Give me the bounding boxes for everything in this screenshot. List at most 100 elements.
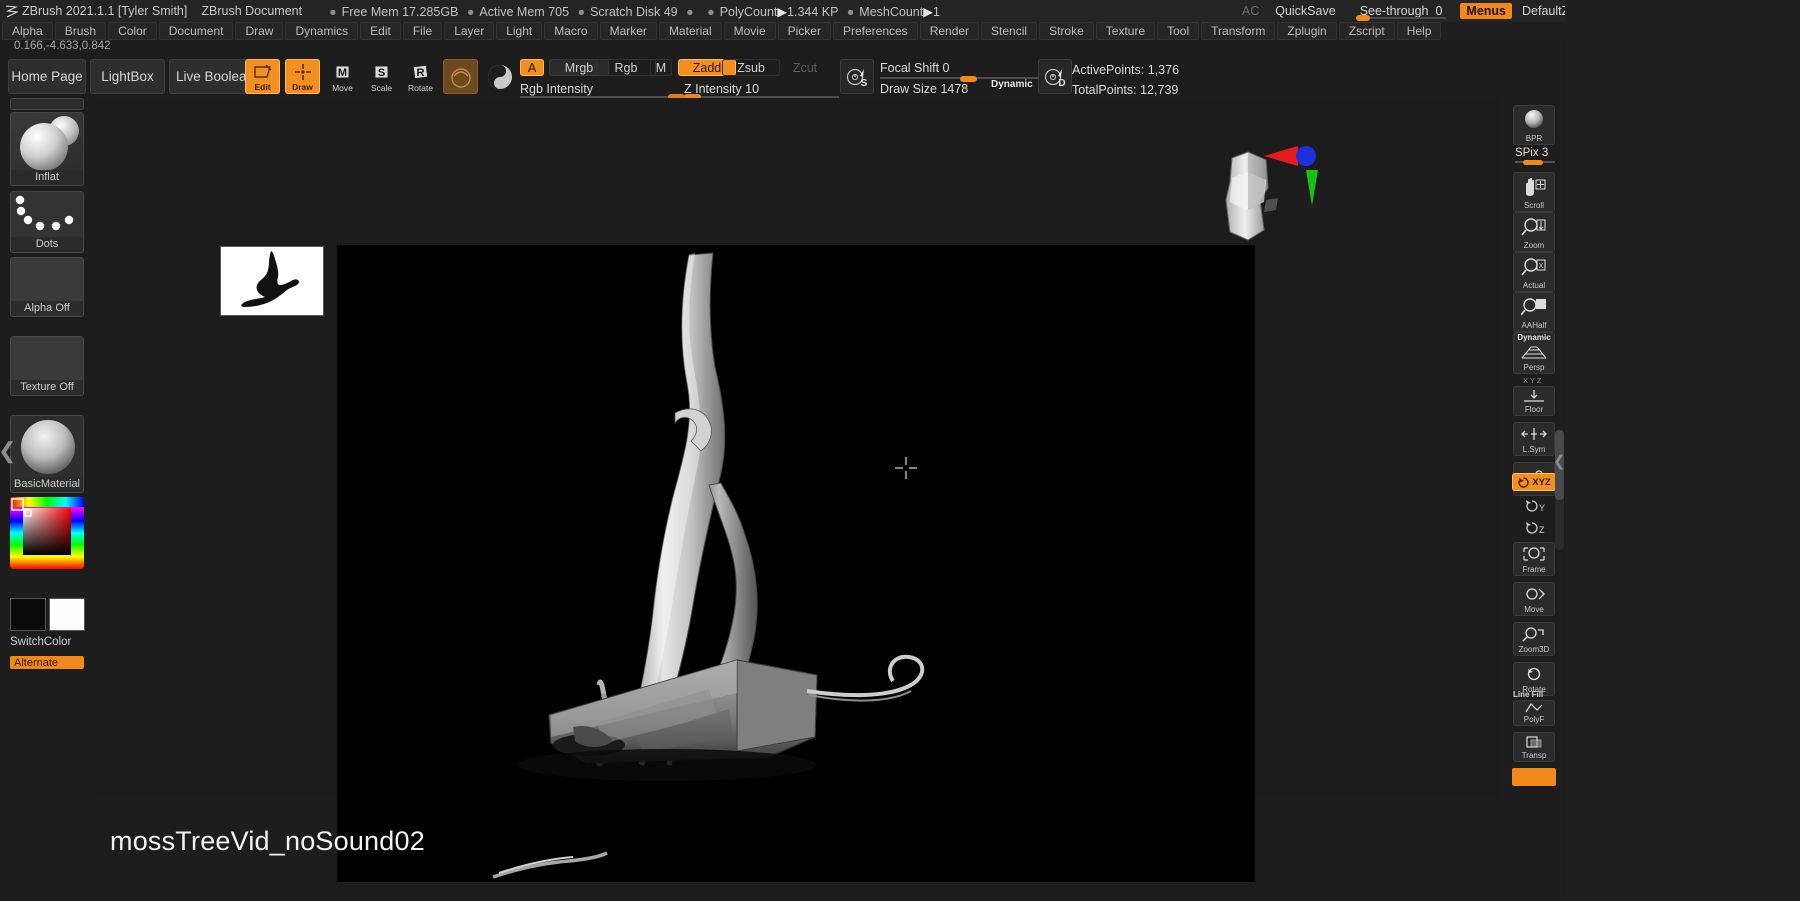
menu-item-picker[interactable]: Picker <box>777 22 831 40</box>
alternate-button[interactable]: Alternate <box>10 656 84 669</box>
menu-item-dynamics[interactable]: Dynamics <box>285 22 359 40</box>
m-toggle[interactable]: M <box>650 59 672 76</box>
material-sphere-button[interactable] <box>484 59 516 94</box>
stroke-label: Dots <box>11 237 83 252</box>
zsub-toggle[interactable]: Zsub <box>722 59 780 76</box>
right-shelf-scrollbar[interactable] <box>1555 430 1564 550</box>
svg-text:D: D <box>1058 78 1065 89</box>
spix-knob[interactable] <box>1523 160 1543 165</box>
menu-item-draw[interactable]: Draw <box>235 22 284 40</box>
floor-axes-label[interactable]: X Y Z <box>1523 376 1541 385</box>
scroll-button[interactable]: Scroll <box>1513 172 1555 212</box>
stroke-swatch[interactable]: Dots <box>10 191 84 253</box>
navigation-gizmo[interactable] <box>1186 136 1326 283</box>
draw-size-icon-button[interactable]: D <box>1038 59 1072 94</box>
menu-item-help[interactable]: Help <box>1396 22 1442 40</box>
primary-color-swatch[interactable] <box>10 598 46 631</box>
transp-button[interactable]: Transp <box>1513 732 1555 762</box>
focal-shift-slider[interactable]: Focal Shift 0 <box>880 61 1040 82</box>
home-page-button[interactable]: Home Page <box>8 59 86 94</box>
floor-button[interactable]: Floor <box>1513 386 1555 416</box>
move-3d-button[interactable]: Move <box>1513 582 1555 616</box>
menu-item-zplugin[interactable]: Zplugin <box>1277 22 1337 40</box>
zoom3d-button[interactable]: Zoom3D <box>1513 622 1555 656</box>
left-shelf-collapse-arrow-icon[interactable]: ❮ <box>0 438 16 464</box>
brush-preview-button[interactable] <box>443 59 478 94</box>
edit-button[interactable]: Edit <box>245 59 280 94</box>
material-swatch[interactable]: BasicMaterial <box>10 415 84 493</box>
polyf-button[interactable]: PolyF <box>1513 700 1555 726</box>
menu-item-texture[interactable]: Texture <box>1095 22 1156 40</box>
quicksave-button[interactable]: QuickSave <box>1275 4 1335 18</box>
alpha-preview-thumbnail[interactable] <box>220 246 324 316</box>
actual-button[interactable]: X Actual <box>1513 252 1555 292</box>
lightbox-button[interactable]: LightBox <box>90 59 165 94</box>
menu-item-marker[interactable]: Marker <box>599 22 657 40</box>
see-through-knob[interactable] <box>1355 15 1370 21</box>
draw-button[interactable]: Draw <box>285 59 320 94</box>
canvas-area[interactable]: mossTreeVid_noSound02 <box>96 98 1500 882</box>
menu-item-stencil[interactable]: Stencil <box>981 22 1038 40</box>
brush-thumbnail-icon <box>450 67 471 88</box>
y-axis-button[interactable]: Y <box>1513 496 1555 516</box>
menu-item-light[interactable]: Light <box>496 22 543 40</box>
menu-item-transform[interactable]: Transform <box>1201 22 1276 40</box>
menu-item-document[interactable]: Document <box>158 22 234 40</box>
menu-item-stroke[interactable]: Stroke <box>1039 22 1094 40</box>
dynamic-label[interactable]: Dynamic <box>991 79 1033 90</box>
polycount-arrow-icon: ▶ <box>777 4 788 19</box>
3d-viewport[interactable] <box>337 245 1255 882</box>
menu-item-color[interactable]: Color <box>108 22 157 40</box>
rgb-toggle[interactable]: Rgb <box>596 59 656 76</box>
menu-item-preferences[interactable]: Preferences <box>832 22 918 40</box>
menu-item-alpha[interactable]: Alpha <box>2 22 53 40</box>
focal-shift-icon-button[interactable]: S <box>840 59 874 94</box>
moss-tree-model <box>337 245 1255 882</box>
color-picker[interactable]: Gradient <box>10 497 84 569</box>
meshcount-arrow-icon: ▶ <box>923 4 933 19</box>
free-mem: Free Mem 17.285GB <box>341 4 459 19</box>
menu-item-movie[interactable]: Movie <box>723 22 776 40</box>
spix-slider[interactable]: SPix 3 <box>1515 147 1555 165</box>
scale-button[interactable]: S Scale <box>364 59 399 94</box>
rgb-intensity-slider[interactable]: Rgb Intensity <box>520 82 685 100</box>
menu-item-edit[interactable]: Edit <box>360 22 401 40</box>
alpha-swatch[interactable]: Alpha Off <box>10 257 84 317</box>
texture-swatch[interactable]: Texture Off <box>10 336 84 396</box>
switchcolor-label[interactable]: SwitchColor <box>10 636 71 648</box>
menu-item-layer[interactable]: Layer <box>444 22 495 40</box>
secondary-color-swatch[interactable] <box>49 598 85 631</box>
brush-cursor <box>895 457 917 484</box>
move-button[interactable]: M Move <box>325 59 360 94</box>
menu-item-macro[interactable]: Macro <box>544 22 598 40</box>
menu-item-file[interactable]: File <box>402 22 443 40</box>
menus-button[interactable]: Menus <box>1460 3 1512 19</box>
alpha-channel-toggle[interactable]: A <box>520 59 544 76</box>
menu-item-zscript[interactable]: Zscript <box>1338 22 1395 40</box>
xyz-button[interactable]: XYZ <box>1512 473 1556 491</box>
rotate-button[interactable]: R Rotate <box>403 59 438 94</box>
brush-swatch[interactable]: Inflat <box>10 112 84 186</box>
menu-item-material[interactable]: Material <box>658 22 722 40</box>
zoom-button[interactable]: Zoom <box>1513 212 1555 252</box>
aahalf-label: AAHalf <box>1521 321 1547 330</box>
aahalf-button[interactable]: AAHalf <box>1513 292 1555 332</box>
menu-item-render[interactable]: Render <box>919 22 980 40</box>
current-tool-swatch[interactable] <box>10 98 84 110</box>
zcut-toggle[interactable]: Zcut <box>782 59 828 76</box>
persp-button[interactable]: Dynamic Persp <box>1513 332 1555 374</box>
frame-button[interactable]: Frame <box>1513 542 1555 576</box>
xyz-label: XYZ <box>1532 476 1551 488</box>
menu-item-brush[interactable]: Brush <box>54 22 107 40</box>
shelf-collapse-arrow-icon[interactable]: ❮ <box>1553 452 1566 470</box>
zoom-label: Zoom <box>1523 241 1545 250</box>
see-through-slider[interactable]: See-through 0 <box>1355 4 1447 21</box>
shelf-accent-bar[interactable] <box>1512 768 1556 786</box>
lsym-button[interactable]: L.Sym <box>1513 422 1555 456</box>
z-axis-button[interactable]: Z <box>1513 518 1555 538</box>
menu-item-tool[interactable]: Tool <box>1157 22 1200 40</box>
bpr-button[interactable]: BPR <box>1513 105 1555 145</box>
z-intensity-slider[interactable]: Z Intensity 10 <box>684 82 839 100</box>
svg-text:R: R <box>416 67 424 79</box>
ac-label[interactable]: AC <box>1242 4 1259 18</box>
